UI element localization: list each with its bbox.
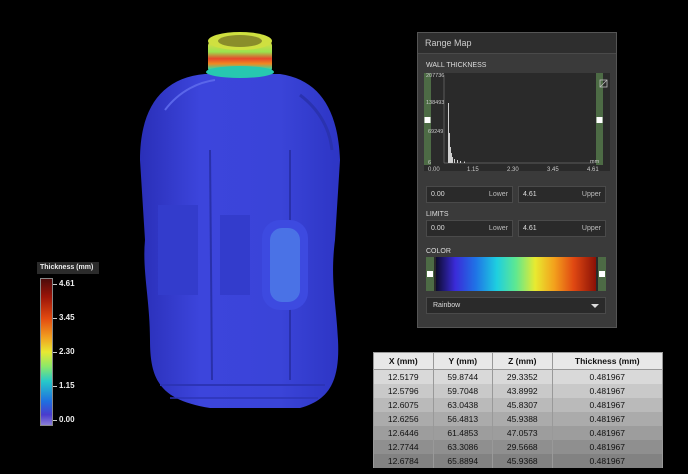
table-cell: 43.8992 xyxy=(492,384,553,398)
col-header[interactable]: Y (mm) xyxy=(432,352,494,370)
colormap-upper-slider[interactable] xyxy=(598,257,606,291)
hist-y-tick: 69249 xyxy=(428,129,444,135)
table-row[interactable]: 12.6075 63.0438 45.8307 0.481967 xyxy=(373,398,664,412)
panel-title: Range Map xyxy=(418,33,616,54)
thickness-legend: Thickness (mm) 4.61 3.45 2.30 1.15 0.00 xyxy=(37,262,99,430)
colormap-bar[interactable] xyxy=(426,257,606,291)
legend-tick-mark xyxy=(53,318,57,319)
table-cell: 12.5796 xyxy=(373,384,434,398)
legend-color-bar xyxy=(40,278,53,426)
limits-label: LIMITS xyxy=(426,211,449,218)
table-cell: 0.481967 xyxy=(551,398,664,412)
hist-unit: mm xyxy=(590,159,600,165)
legend-tick-label: 0.00 xyxy=(59,415,75,424)
table-cell: 12.6256 xyxy=(373,412,434,426)
legend-tick-label: 2.30 xyxy=(59,347,75,356)
range-map-panel: Range Map WALL THICKNESS 207736 138493 6… xyxy=(417,32,617,328)
col-header[interactable]: X (mm) xyxy=(373,352,434,370)
bottle-model[interactable] xyxy=(140,32,340,408)
table-cell: 0.481967 xyxy=(551,412,664,426)
points-table: X (mm) Y (mm) Z (mm) Thickness (mm) 12.5… xyxy=(373,352,664,468)
hist-x-tick: 2.30 xyxy=(507,167,519,173)
table-cell: 45.9388 xyxy=(492,412,553,426)
wall-thickness-label: WALL THICKNESS xyxy=(426,62,487,69)
table-cell: 12.6784 xyxy=(373,454,434,468)
table-cell: 12.5179 xyxy=(373,369,434,384)
col-header[interactable]: Z (mm) xyxy=(492,352,553,370)
hist-x-tick: 3.45 xyxy=(547,167,559,173)
col-header[interactable]: Thickness (mm) xyxy=(551,352,664,370)
hist-x-tick: 4.61 xyxy=(587,167,599,173)
table-row[interactable]: 12.7744 63.3086 29.5668 0.481967 xyxy=(373,440,664,454)
legend-tick-label: 1.15 xyxy=(59,381,75,390)
table-row[interactable]: 12.6256 56.4813 45.9388 0.481967 xyxy=(373,412,664,426)
table-cell: 12.6075 xyxy=(373,398,434,412)
table-row[interactable]: 12.6446 61.4853 47.0573 0.481967 xyxy=(373,426,664,440)
table-cell: 0.481967 xyxy=(551,454,664,468)
table-cell: 0.481967 xyxy=(551,440,664,454)
table-row[interactable]: 12.6784 65.8894 45.9368 0.481967 xyxy=(373,454,664,468)
table-cell: 59.7048 xyxy=(432,384,494,398)
chevron-down-icon xyxy=(591,304,599,308)
colormap-select[interactable]: Rainbow xyxy=(426,297,606,314)
legend-tick-label: 4.61 xyxy=(59,279,75,288)
table-row[interactable]: 12.5796 59.7048 43.8992 0.481967 xyxy=(373,384,664,398)
range-lower-input[interactable]: 0.00 Lower xyxy=(426,186,513,203)
histogram-lower-knob[interactable] xyxy=(424,117,431,123)
table-cell: 0.481967 xyxy=(551,384,664,398)
table-cell: 12.6446 xyxy=(373,426,434,440)
hist-y-tick: 6 xyxy=(428,160,432,166)
legend-tick-mark xyxy=(53,420,57,421)
table-cell: 65.8894 xyxy=(432,454,494,468)
table-cell: 47.0573 xyxy=(492,426,553,440)
thickness-histogram[interactable] xyxy=(424,73,610,171)
table-cell: 56.4813 xyxy=(432,412,494,426)
range-upper-input[interactable]: 4.61 Upper xyxy=(518,186,606,203)
hist-x-tick: 1.15 xyxy=(467,167,479,173)
table-cell: 0.481967 xyxy=(551,369,664,384)
table-cell: 29.3352 xyxy=(492,369,553,384)
hist-x-tick: 0.00 xyxy=(428,167,440,173)
table-cell: 45.9368 xyxy=(492,454,553,468)
legend-title: Thickness (mm) xyxy=(37,262,99,274)
table-cell: 29.5668 xyxy=(492,440,553,454)
legend-tick-mark xyxy=(53,352,57,353)
table-cell: 12.7744 xyxy=(373,440,434,454)
legend-tick-mark xyxy=(53,284,57,285)
histogram-bars xyxy=(448,103,465,163)
colormap-lower-slider[interactable] xyxy=(426,257,434,291)
hist-y-tick: 138493 xyxy=(426,100,445,106)
histogram-upper-knob[interactable] xyxy=(596,117,603,123)
table-cell: 45.8307 xyxy=(492,398,553,412)
table-cell: 63.0438 xyxy=(432,398,494,412)
hist-y-tick: 207736 xyxy=(426,73,445,79)
table-cell: 59.8744 xyxy=(432,369,494,384)
limits-upper-input[interactable]: 4.61 Upper xyxy=(518,220,606,237)
table-cell: 61.4853 xyxy=(432,426,494,440)
colormap-gradient xyxy=(436,257,596,291)
table-cell: 0.481967 xyxy=(551,426,664,440)
color-label: COLOR xyxy=(426,248,451,255)
limits-lower-input[interactable]: 0.00 Lower xyxy=(426,220,513,237)
legend-tick-label: 3.45 xyxy=(59,313,75,322)
table-row[interactable]: 12.5179 59.8744 29.3352 0.481967 xyxy=(373,369,664,384)
table-cell: 63.3086 xyxy=(432,440,494,454)
legend-tick-mark xyxy=(53,386,57,387)
